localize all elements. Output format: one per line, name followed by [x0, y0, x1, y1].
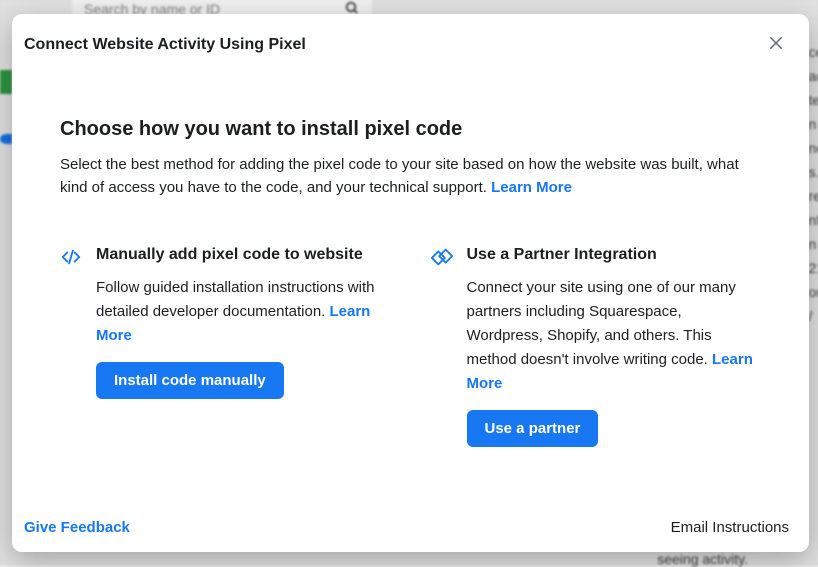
option-partner-content: Use a Partner Integration Connect your s…: [467, 244, 762, 447]
option-manual-desc: Follow guided installation instructions …: [96, 276, 391, 348]
option-manual-content: Manually add pixel code to website Follo…: [96, 244, 391, 399]
modal-header: Connect Website Activity Using Pixel: [12, 14, 809, 78]
use-a-partner-button[interactable]: Use a partner: [467, 410, 599, 447]
option-partner-desc: Connect your site using one of our many …: [467, 276, 762, 396]
modal-footer: Give Feedback Email Instructions: [12, 505, 809, 552]
code-icon: [60, 246, 82, 268]
option-partner-title: Use a Partner Integration: [467, 244, 762, 266]
modal-title: Connect Website Activity Using Pixel: [24, 36, 306, 54]
install-code-manually-button[interactable]: Install code manually: [96, 362, 284, 399]
close-button[interactable]: [761, 30, 791, 60]
install-options: Manually add pixel code to website Follo…: [60, 244, 761, 447]
pixel-install-modal: Connect Website Activity Using Pixel Cho…: [12, 14, 809, 552]
option-partner: Use a Partner Integration Connect your s…: [431, 244, 762, 447]
close-icon: [767, 34, 785, 57]
give-feedback-link[interactable]: Give Feedback: [24, 519, 130, 536]
main-heading: Choose how you want to install pixel cod…: [60, 118, 761, 141]
partner-icon: [431, 246, 453, 268]
modal-body: Choose how you want to install pixel cod…: [12, 78, 809, 505]
main-description-text: Select the best method for adding the pi…: [60, 156, 739, 196]
email-instructions-link[interactable]: Email Instructions: [671, 519, 789, 536]
option-manual-title: Manually add pixel code to website: [96, 244, 391, 266]
learn-more-link-main[interactable]: Learn More: [491, 179, 572, 196]
main-description: Select the best method for adding the pi…: [60, 153, 761, 200]
option-manual: Manually add pixel code to website Follo…: [60, 244, 391, 447]
